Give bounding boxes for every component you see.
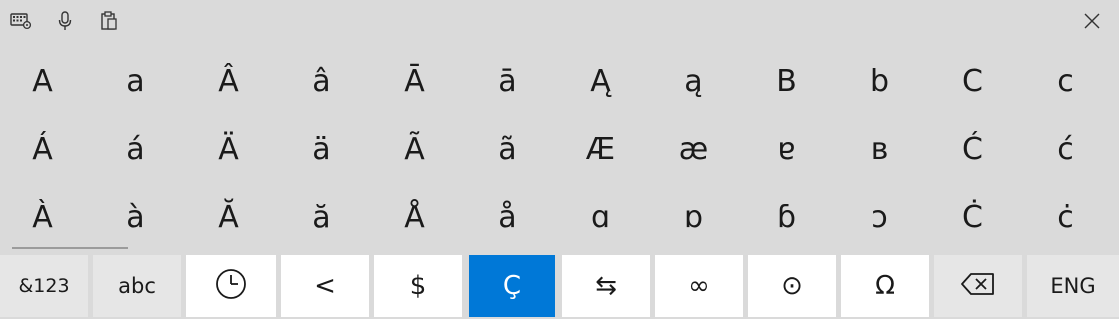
char-key[interactable]: Ä — [182, 116, 275, 182]
char-key[interactable]: Ą — [554, 48, 647, 114]
char-key[interactable]: B — [740, 48, 833, 114]
char-key[interactable]: ă — [275, 184, 368, 250]
char-key[interactable]: â — [275, 48, 368, 114]
char-key[interactable]: ɔ — [833, 184, 926, 250]
char-key[interactable]: ɑ — [554, 184, 647, 250]
abc-key[interactable]: abc — [93, 255, 181, 317]
less-than-key[interactable]: < — [281, 255, 369, 317]
clipboard-icon[interactable] — [98, 10, 120, 32]
char-key[interactable]: ą — [647, 48, 740, 114]
key-label: ∞ — [688, 271, 710, 301]
greek-key[interactable]: Ω — [841, 255, 929, 317]
key-label: ENG — [1050, 274, 1096, 298]
character-grid: A a Â â Ā ā Ą ą B b C c Á á Ä ä Ã ã Æ æ … — [0, 48, 1119, 248]
char-key[interactable]: å — [461, 184, 554, 250]
char-key[interactable]: a — [89, 48, 182, 114]
char-key[interactable]: ʙ — [833, 116, 926, 182]
numbers-symbols-key[interactable]: &123 — [0, 255, 88, 317]
key-label: Ω — [875, 271, 895, 301]
latin-characters-key[interactable]: Ç — [469, 255, 555, 317]
key-label: $ — [409, 271, 427, 301]
char-key[interactable]: Â — [182, 48, 275, 114]
char-key[interactable]: Å — [368, 184, 461, 250]
char-key[interactable]: Ć — [926, 116, 1019, 182]
key-label: ⇆ — [595, 271, 617, 301]
char-key[interactable]: ɒ — [647, 184, 740, 250]
char-key[interactable]: ā — [461, 48, 554, 114]
char-key[interactable]: ċ — [1019, 184, 1112, 250]
char-key[interactable]: à — [89, 184, 182, 250]
char-key[interactable]: b — [833, 48, 926, 114]
char-key[interactable]: A — [0, 48, 89, 114]
char-key[interactable]: Ċ — [926, 184, 1019, 250]
arrows-key[interactable]: ⇆ — [562, 255, 650, 317]
char-key[interactable]: Ã — [368, 116, 461, 182]
key-label: &123 — [18, 275, 70, 297]
language-key[interactable]: ENG — [1027, 255, 1119, 317]
char-key[interactable]: Á — [0, 116, 89, 182]
close-icon[interactable] — [1081, 10, 1103, 32]
math-key[interactable]: ∞ — [655, 255, 743, 317]
clock-icon — [214, 267, 248, 305]
char-key[interactable]: ä — [275, 116, 368, 182]
backspace-icon — [961, 272, 995, 300]
char-key[interactable]: Æ — [554, 116, 647, 182]
char-key[interactable]: ã — [461, 116, 554, 182]
bottom-key-row: &123 abc < $ Ç ⇆ ∞ ⊙ Ω ENG — [0, 255, 1119, 319]
char-key[interactable]: ɓ — [740, 184, 833, 250]
key-label: ⊙ — [781, 271, 803, 301]
char-key[interactable]: æ — [647, 116, 740, 182]
grid-scroll-indicator[interactable] — [12, 247, 128, 249]
keyboard-toolbar — [0, 0, 1119, 44]
char-key[interactable]: À — [0, 184, 89, 250]
keyboard-settings-icon[interactable] — [10, 10, 32, 32]
key-label: Ç — [502, 271, 522, 301]
recent-key[interactable] — [186, 255, 276, 317]
touch-keyboard-emoji-symbols-panel: A a Â â Ā ā Ą ą B b C c Á á Ä ä Ã ã Æ æ … — [0, 0, 1119, 319]
char-key[interactable]: C — [926, 48, 1019, 114]
char-key[interactable]: á — [89, 116, 182, 182]
char-key[interactable]: ɐ — [740, 116, 833, 182]
char-key[interactable]: Ā — [368, 48, 461, 114]
shapes-key[interactable]: ⊙ — [748, 255, 836, 317]
dollar-key[interactable]: $ — [374, 255, 462, 317]
char-key[interactable]: Ă — [182, 184, 275, 250]
microphone-icon[interactable] — [54, 10, 76, 32]
key-label: < — [314, 271, 336, 301]
key-label: abc — [118, 274, 156, 298]
char-key[interactable]: c — [1019, 48, 1112, 114]
backspace-key[interactable] — [934, 255, 1022, 317]
char-key[interactable]: ć — [1019, 116, 1112, 182]
